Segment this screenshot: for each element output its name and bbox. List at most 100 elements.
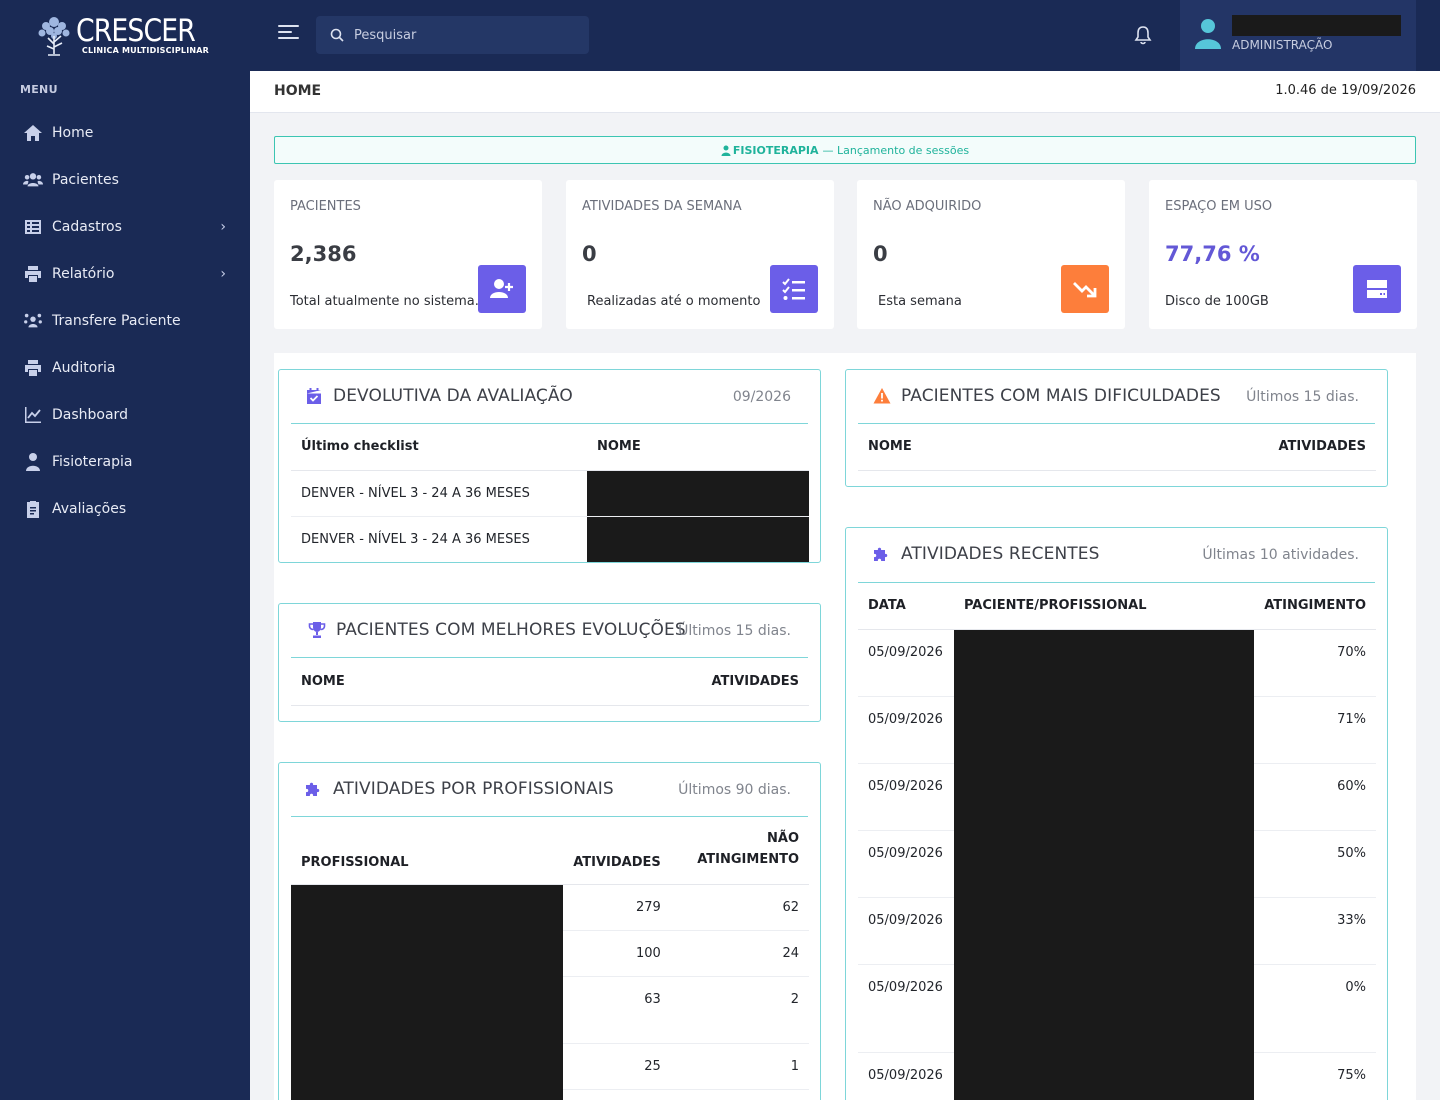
atingimento-cell: 50% — [1254, 830, 1376, 898]
stat-label: PACIENTES — [290, 199, 361, 214]
column-header[interactable]: ATINGIMENTO — [1254, 583, 1376, 630]
table-row[interactable]: 05/09/2026 70% — [858, 629, 1376, 1100]
search-box[interactable] — [316, 16, 589, 54]
column-header[interactable]: NOME — [587, 424, 809, 471]
sidebar-item-label: Fisioterapia — [52, 453, 133, 470]
atividades-recentes-card: ATIVIDADES RECENTES Últimas 10 atividade… — [845, 527, 1388, 1100]
user-role: ADMINISTRAÇÃO — [1232, 38, 1333, 52]
card-title: ATIVIDADES RECENTES — [901, 544, 1100, 564]
card-subtitle: Últimas 10 atividades. — [1202, 547, 1359, 563]
column-header[interactable]: DATA — [858, 583, 954, 630]
user-doctor-icon — [721, 145, 731, 156]
page-title: HOME — [274, 83, 322, 99]
stat-card-nao-adquirido: NÃO ADQUIRIDO 0 Esta semana — [857, 180, 1125, 329]
stat-card-atividades-semana: ATIVIDADES DA SEMANA 0 Realizadas até o … — [566, 180, 834, 329]
table-row[interactable]: 279 62 — [291, 884, 809, 1100]
trophy-icon — [308, 622, 326, 638]
sidebar-item-label: Avaliações — [52, 500, 127, 517]
card-header: ATIVIDADES POR PROFISSIONAIS Últimos 90 … — [291, 763, 808, 817]
column-header[interactable]: Último checklist — [291, 424, 587, 471]
column-header[interactable]: PROFISSIONAL — [291, 817, 564, 885]
profissionais-table: PROFISSIONAL ATIVIDADES NÃO ATINGIMENTO … — [291, 817, 809, 1100]
home-icon — [22, 123, 44, 143]
dificuldades-table: NOME ATIVIDADES — [858, 424, 1376, 471]
menu-label: MENU — [20, 83, 58, 96]
column-header[interactable]: NOME — [291, 658, 484, 706]
card-subtitle: Últimos 15 dias. — [678, 623, 791, 639]
people-transfer-icon — [22, 311, 44, 331]
page-header: HOME 1.0.46 de 19/09/2026 — [250, 71, 1440, 113]
user-menu[interactable]: ADMINISTRAÇÃO — [1180, 0, 1416, 71]
users-icon — [22, 170, 44, 190]
fisioterapia-alert[interactable]: FISIOTERAPIA — Lançamento de sessões — [274, 136, 1416, 164]
sidebar-item-fisioterapia[interactable]: Fisioterapia — [0, 438, 250, 485]
column-header[interactable]: ATIVIDADES — [563, 817, 671, 885]
stat-card-espaco-em-uso: ESPAÇO EM USO 77,76 % Disco de 100GB — [1149, 180, 1417, 329]
tree-logo-icon — [38, 16, 70, 56]
column-header[interactable]: PACIENTE/PROFISSIONAL — [953, 583, 1255, 630]
warning-icon — [873, 388, 891, 404]
sidebar-item-auditoria[interactable]: Auditoria — [0, 344, 250, 391]
nao-atingimento-cell: 1 — [670, 1043, 809, 1090]
chevron-right-icon: › — [220, 265, 226, 282]
date-cell: 05/09/2026 — [858, 830, 954, 898]
sidebar-item-label: Cadastros — [52, 218, 122, 235]
sidebar-item-relatorio[interactable]: Relatório › — [0, 250, 250, 297]
card-header: DEVOLUTIVA DA AVALIAÇÃO 09/2026 — [291, 370, 808, 424]
stat-card-pacientes: PACIENTES 2,386 Total atualmente no sist… — [274, 180, 542, 329]
topbar: ADMINISTRAÇÃO — [250, 0, 1440, 71]
list-check-icon[interactable] — [770, 265, 818, 313]
checklist-cell: DENVER - NÍVEL 3 - 24 A 36 MESES — [291, 470, 587, 517]
sidebar-item-dashboard[interactable]: Dashboard — [0, 391, 250, 438]
stat-sub: Total atualmente no sistema. — [290, 294, 479, 309]
column-header[interactable]: NOME — [858, 424, 1051, 471]
brand-logo[interactable]: CRESCER CLINICA MULTIDISCIPLINAR — [0, 0, 250, 71]
table-row[interactable]: DENVER - NÍVEL 3 - 24 A 36 MESES — [291, 470, 809, 517]
stat-sub: Disco de 100GB — [1165, 294, 1269, 309]
sidebar-item-transfere-paciente[interactable]: Transfere Paciente — [0, 297, 250, 344]
menu-toggle-icon[interactable] — [278, 25, 299, 45]
stat-label: ATIVIDADES DA SEMANA — [582, 199, 742, 214]
version-label: 1.0.46 de 19/09/2026 — [1275, 83, 1416, 98]
stat-sub: Esta semana — [878, 294, 962, 309]
date-cell: 05/09/2026 — [858, 1052, 954, 1100]
card-title: PACIENTES COM MELHORES EVOLUÇÕES — [336, 620, 686, 640]
atingimento-cell: 71% — [1254, 696, 1376, 764]
date-cell: 05/09/2026 — [858, 964, 954, 1053]
nao-atingimento-cell: 62 — [670, 884, 809, 931]
puzzle-icon — [874, 547, 888, 561]
printer-icon — [22, 264, 44, 284]
bell-icon[interactable] — [1132, 24, 1154, 46]
sidebar-item-label: Transfere Paciente — [52, 312, 181, 329]
sidebar-item-pacientes[interactable]: Pacientes — [0, 156, 250, 203]
sidebar-item-cadastros[interactable]: Cadastros › — [0, 203, 250, 250]
column-header[interactable]: NÃO ATINGIMENTO — [670, 817, 809, 885]
name-redacted — [587, 516, 809, 562]
sidebar-item-label: Auditoria — [52, 359, 116, 376]
atingimento-cell: 0% — [1254, 964, 1376, 1053]
devolutiva-table: Último checklist NOME DENVER - NÍVEL 3 -… — [291, 424, 809, 562]
trend-down-icon[interactable] — [1061, 265, 1109, 313]
hard-drive-icon[interactable] — [1353, 265, 1401, 313]
sidebar-item-avaliacoes[interactable]: Avaliações — [0, 485, 250, 532]
recentes-table: DATA PACIENTE/PROFISSIONAL ATINGIMENTO 0… — [858, 583, 1376, 1100]
stat-value: 0 — [582, 242, 597, 266]
chart-line-icon — [22, 405, 44, 425]
card-subtitle: 09/2026 — [732, 389, 791, 405]
melhores-evolucoes-card: PACIENTES COM MELHORES EVOLUÇÕES Últimos… — [278, 603, 821, 722]
alert-strong: FISIOTERAPIA — [732, 143, 819, 157]
search-input[interactable] — [354, 27, 574, 43]
card-title: PACIENTES COM MAIS DIFICULDADES — [901, 386, 1221, 406]
sidebar-item-home[interactable]: Home — [0, 109, 250, 156]
sidebar-item-label: Dashboard — [52, 406, 128, 423]
stat-value: 77,76 % — [1165, 242, 1260, 266]
atividades-cell: 63 — [563, 976, 671, 1044]
column-header[interactable]: ATIVIDADES — [1050, 424, 1376, 471]
sidebar-item-label: Relatório — [52, 265, 115, 282]
table-row[interactable]: DENVER - NÍVEL 3 - 24 A 36 MESES — [291, 516, 809, 562]
user-plus-icon[interactable] — [478, 265, 526, 313]
nao-atingimento-cell: 24 — [670, 930, 809, 977]
atingimento-cell: 60% — [1254, 763, 1376, 831]
sidebar: CRESCER CLINICA MULTIDISCIPLINAR MENU Ho… — [0, 0, 250, 1100]
column-header[interactable]: ATIVIDADES — [483, 658, 809, 706]
